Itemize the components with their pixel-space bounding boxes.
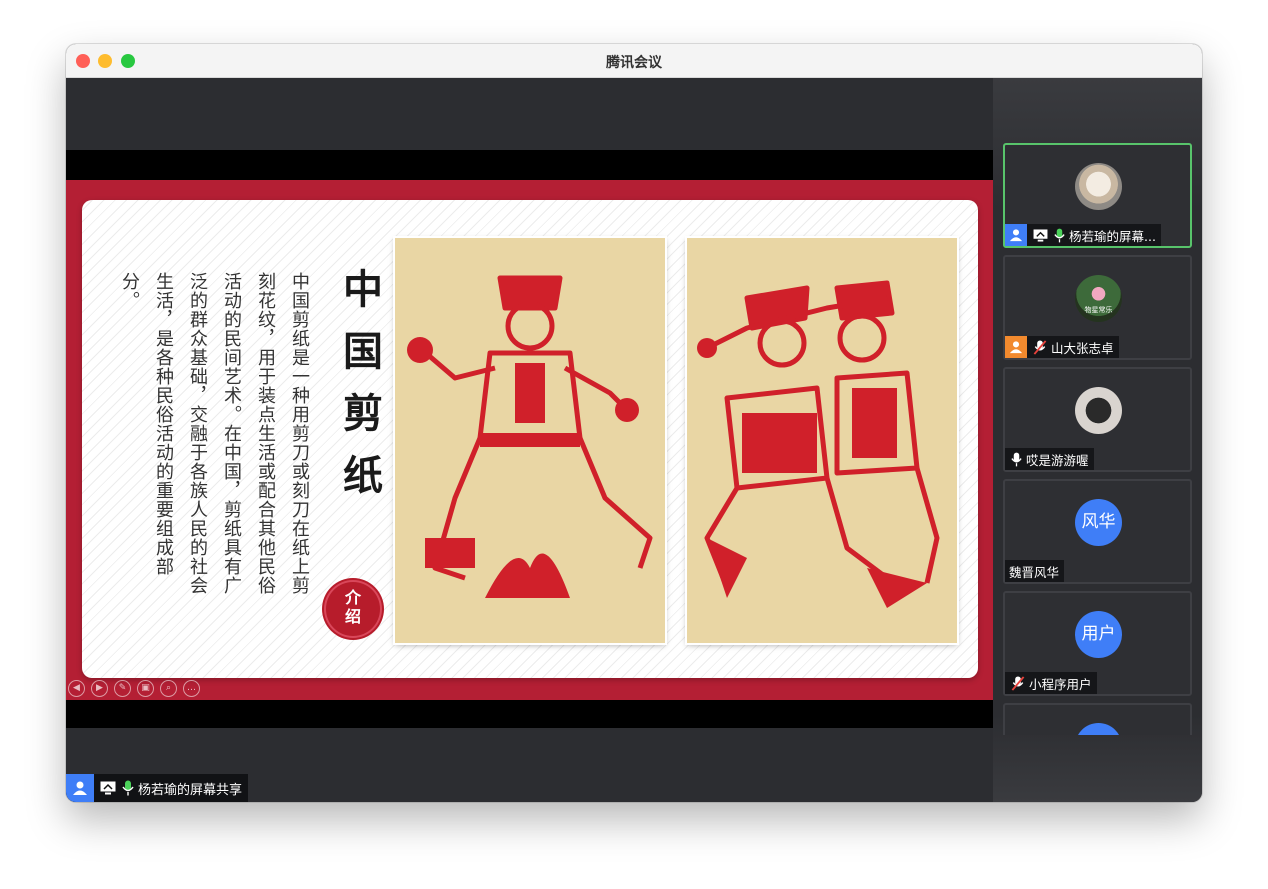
participant-name-bar: 魏晋风华: [1005, 560, 1065, 582]
title-bar: 腾讯会议: [66, 44, 1202, 78]
slide-toolbar: ◀ ▶ ✎ ▣ ⌕ …: [68, 680, 200, 698]
avatar-caption: 物星常乐: [1084, 306, 1113, 314]
participant-name: 小程序用户: [1029, 676, 1092, 692]
user-icon: [66, 774, 94, 802]
muted-microphone-icon: [1033, 339, 1047, 355]
cat-avatar: [1075, 163, 1122, 210]
microphone-icon: [122, 780, 134, 796]
slide-card: 中国剪纸是一种用剪刀或刻刀在纸上剪刻花纹，用于装点生活或配合其他民俗活动的民间艺…: [82, 200, 978, 678]
share-label-text: 杨若瑜的屏幕共享: [138, 782, 243, 798]
text-avatar: 风华: [1075, 499, 1122, 546]
participants-sidebar: 杨若瑜的屏幕... 物星常乐 山大张志卓 哎是游游喔 风华 魏晋风华 用户 小程…: [993, 78, 1202, 802]
participant-name: 山大张志卓: [1051, 340, 1114, 356]
participant-name: 魏晋风华: [1009, 564, 1060, 580]
intro-seal-text: 介绍: [344, 588, 361, 626]
next-slide-button[interactable]: ▶: [91, 680, 108, 697]
text-avatar: [1075, 723, 1122, 735]
participant-name-bar: 山大张志卓: [1005, 336, 1119, 358]
participant-tile[interactable]: 用户 小程序用户: [1003, 591, 1192, 696]
slide-body-text: 中国剪纸是一种用剪刀或刻刀在纸上剪刻花纹，用于装点生活或配合其他民俗活动的民间艺…: [119, 272, 310, 595]
lotus-avatar: 物星常乐: [1075, 275, 1122, 322]
slides-overview-button[interactable]: ▣: [137, 680, 154, 697]
plush-avatar: [1075, 387, 1122, 434]
screen-share-icon: [100, 781, 116, 795]
participant-tile-list[interactable]: 杨若瑜的屏幕... 物星常乐 山大张志卓 哎是游游喔 风华 魏晋风华 用户 小程…: [1003, 143, 1192, 735]
papercut-image-dancer: [395, 238, 665, 643]
microphone-icon: [1054, 228, 1065, 243]
pen-tool-button[interactable]: ✎: [114, 680, 131, 697]
letterbox-top: [66, 150, 993, 180]
papercut-warriors-illustration: [697, 280, 940, 608]
participant-tile[interactable]: 哎是游游喔: [1003, 367, 1192, 472]
participant-tile[interactable]: 杨若瑜的屏幕...: [1003, 143, 1192, 248]
participant-name: 哎是游游喔: [1026, 452, 1089, 468]
participant-name: 杨若瑜的屏幕...: [1069, 228, 1156, 244]
shared-screen-area[interactable]: 中国剪纸是一种用剪刀或刻刀在纸上剪刻花纹，用于装点生活或配合其他民俗活动的民间艺…: [66, 78, 993, 802]
muted-microphone-icon: [1011, 675, 1025, 691]
user-icon: [1005, 336, 1027, 358]
window-title: 腾讯会议: [606, 55, 662, 71]
meeting-window: 腾讯会议 中国剪纸是一种用剪刀或刻刀在纸上剪刻花纹，用于装点生活或配合其他民俗活…: [66, 44, 1202, 802]
user-icon: [1005, 224, 1027, 246]
screen-share-icon: [1033, 228, 1048, 242]
intro-seal: 介绍: [324, 580, 382, 638]
participant-tile[interactable]: [1003, 703, 1192, 735]
share-label-bar: 杨若瑜的屏幕共享: [66, 774, 249, 802]
microphone-icon: [1011, 452, 1022, 467]
presentation-slide: 中国剪纸是一种用剪刀或刻刀在纸上剪刻花纹，用于装点生活或配合其他民俗活动的民间艺…: [66, 180, 993, 700]
papercut-image-warriors: [687, 238, 957, 643]
participant-name-bar: 哎是游游喔: [1005, 448, 1094, 470]
participant-name-bar: 小程序用户: [1005, 672, 1097, 694]
participant-name-bar: 杨若瑜的屏幕...: [1005, 224, 1161, 246]
zoom-button[interactable]: ⌕: [160, 680, 177, 697]
more-options-button[interactable]: …: [183, 680, 200, 697]
text-avatar: 用户: [1075, 611, 1122, 658]
slide-title: 中国剪纸: [336, 268, 383, 516]
participant-tile[interactable]: 风华 魏晋风华: [1003, 479, 1192, 584]
prev-slide-button[interactable]: ◀: [68, 680, 85, 697]
papercut-dancer-illustration: [407, 275, 653, 598]
participant-tile[interactable]: 物星常乐 山大张志卓: [1003, 255, 1192, 360]
letterbox-bottom: [66, 700, 993, 728]
